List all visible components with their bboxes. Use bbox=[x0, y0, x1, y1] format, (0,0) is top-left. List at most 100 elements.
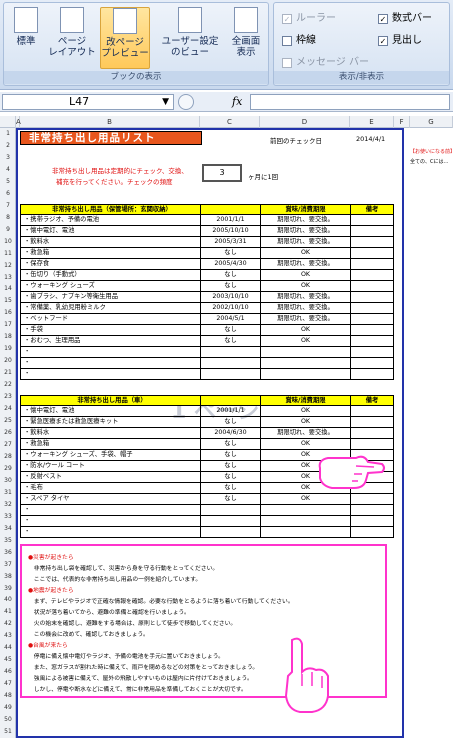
row-header[interactable]: 44 bbox=[0, 642, 16, 654]
row-header[interactable]: 36 bbox=[0, 547, 16, 559]
table-cell[interactable]: ・ベットフード bbox=[20, 314, 200, 325]
row-header[interactable]: 12 bbox=[0, 260, 16, 272]
table-cell[interactable]: なし bbox=[200, 472, 260, 483]
row-header[interactable]: 42 bbox=[0, 618, 16, 630]
row-header[interactable]: 9 bbox=[0, 224, 16, 236]
column-header-f[interactable]: F bbox=[394, 116, 410, 128]
row-header[interactable]: 2 bbox=[0, 140, 16, 152]
table-cell[interactable]: なし bbox=[200, 483, 260, 494]
table-cell[interactable]: 期限切れ、要交換。 bbox=[260, 292, 350, 303]
row-header[interactable]: 25 bbox=[0, 415, 16, 427]
ruler-checkbox[interactable]: ✓ ルーラー bbox=[282, 13, 336, 25]
table-cell[interactable]: なし bbox=[200, 439, 260, 450]
table-cell[interactable]: 期限切れ、要交換。 bbox=[260, 215, 350, 226]
table-cell[interactable]: OK bbox=[260, 325, 350, 336]
row-header[interactable]: 5 bbox=[0, 176, 16, 188]
table-cell[interactable]: OK bbox=[260, 270, 350, 281]
table-cell[interactable] bbox=[200, 369, 260, 380]
table-cell[interactable]: OK bbox=[260, 281, 350, 292]
row-header[interactable]: 50 bbox=[0, 714, 16, 726]
row-header[interactable]: 17 bbox=[0, 319, 16, 331]
table-cell[interactable]: ・携帯ラジオ、予備の電池 bbox=[20, 215, 200, 226]
table-cell[interactable]: 2005/3/31 bbox=[200, 237, 260, 248]
table-cell[interactable]: 2002/10/10 bbox=[200, 303, 260, 314]
row-header[interactable]: 31 bbox=[0, 487, 16, 499]
full-screen-button[interactable]: 全画面 表示 bbox=[226, 7, 266, 58]
table-cell[interactable] bbox=[350, 237, 394, 248]
row-header[interactable]: 7 bbox=[0, 200, 16, 212]
table-cell[interactable]: ・毛布 bbox=[20, 483, 200, 494]
row-header[interactable]: 19 bbox=[0, 343, 16, 355]
message-bar-checkbox[interactable]: メッセージ バー bbox=[282, 57, 369, 69]
row-header[interactable]: 1 bbox=[0, 128, 16, 140]
table-cell[interactable]: OK bbox=[260, 248, 350, 259]
page-break-preview-button[interactable]: 改ページ プレビュー bbox=[100, 7, 150, 69]
table-cell[interactable] bbox=[200, 505, 260, 516]
table-cell[interactable] bbox=[200, 527, 260, 538]
table-cell[interactable]: ・防水/ウール コート bbox=[20, 461, 200, 472]
row-header[interactable]: 35 bbox=[0, 535, 16, 547]
table-cell[interactable]: なし bbox=[200, 417, 260, 428]
row-header[interactable]: 26 bbox=[0, 427, 16, 439]
row-header[interactable]: 40 bbox=[0, 594, 16, 606]
row-header[interactable]: 24 bbox=[0, 403, 16, 415]
table-cell[interactable]: ・懐中電灯、電池 bbox=[20, 226, 200, 237]
table-cell[interactable]: ・ bbox=[20, 505, 200, 516]
formula-bar-expand-icon[interactable] bbox=[178, 94, 194, 110]
custom-views-button[interactable]: ユーザー設定 のビュー bbox=[154, 7, 226, 58]
table-cell[interactable]: なし bbox=[200, 336, 260, 347]
table-cell[interactable]: なし bbox=[200, 494, 260, 505]
table-cell[interactable]: なし bbox=[200, 325, 260, 336]
table-cell[interactable] bbox=[260, 516, 350, 527]
row-header[interactable]: 16 bbox=[0, 307, 16, 319]
select-all-corner[interactable] bbox=[0, 116, 16, 128]
table-cell[interactable] bbox=[350, 259, 394, 270]
row-header[interactable]: 33 bbox=[0, 511, 16, 523]
row-header[interactable]: 8 bbox=[0, 212, 16, 224]
page-layout-view-button[interactable]: ページ レイアウト bbox=[46, 7, 98, 58]
table-cell[interactable]: 2005/10/10 bbox=[200, 226, 260, 237]
table-cell[interactable]: OK bbox=[260, 417, 350, 428]
name-box-dropdown-icon[interactable]: ▼ bbox=[162, 95, 169, 109]
table-cell[interactable] bbox=[200, 516, 260, 527]
table-cell[interactable]: OK bbox=[260, 406, 350, 417]
name-box[interactable]: L47 ▼ bbox=[2, 94, 174, 110]
table-cell[interactable]: ・ bbox=[20, 358, 200, 369]
formula-input[interactable] bbox=[250, 94, 450, 110]
row-header[interactable]: 22 bbox=[0, 379, 16, 391]
table-cell[interactable]: ・救急箱 bbox=[20, 439, 200, 450]
table-cell[interactable]: ・救急箱 bbox=[20, 248, 200, 259]
table-cell[interactable] bbox=[350, 336, 394, 347]
row-header[interactable]: 34 bbox=[0, 523, 16, 535]
table-cell[interactable]: 期限切れ、要交換。 bbox=[260, 314, 350, 325]
row-header[interactable]: 46 bbox=[0, 666, 16, 678]
column-header-d[interactable]: D bbox=[260, 116, 350, 128]
normal-view-button[interactable]: 標準 bbox=[10, 7, 42, 47]
row-header[interactable]: 48 bbox=[0, 690, 16, 702]
table-cell[interactable]: ・反射ベスト bbox=[20, 472, 200, 483]
table-cell[interactable]: ・保存食 bbox=[20, 259, 200, 270]
formula-bar-checkbox[interactable]: ✓ 数式バー bbox=[378, 13, 432, 25]
table-cell[interactable] bbox=[350, 358, 394, 369]
table-cell[interactable]: 期限切れ、要交換。 bbox=[260, 428, 350, 439]
table-cell[interactable] bbox=[350, 527, 394, 538]
table-cell[interactable]: ・ウォーキング シューズ bbox=[20, 281, 200, 292]
table-cell[interactable] bbox=[260, 505, 350, 516]
row-header[interactable]: 32 bbox=[0, 499, 16, 511]
row-header[interactable]: 41 bbox=[0, 606, 16, 618]
column-header-c[interactable]: C bbox=[200, 116, 260, 128]
row-header[interactable]: 28 bbox=[0, 451, 16, 463]
column-header-e[interactable]: E bbox=[350, 116, 394, 128]
table-cell[interactable]: ・ bbox=[20, 369, 200, 380]
table-cell[interactable] bbox=[350, 292, 394, 303]
table-cell[interactable] bbox=[350, 428, 394, 439]
column-header-g[interactable]: G bbox=[410, 116, 453, 128]
row-header[interactable]: 6 bbox=[0, 188, 16, 200]
insert-function-icon[interactable]: fx bbox=[232, 95, 242, 108]
table-cell[interactable]: ・ウォーキング シューズ、手袋、帽子 bbox=[20, 450, 200, 461]
row-header[interactable]: 4 bbox=[0, 164, 16, 176]
table-cell[interactable]: ・スペア タイヤ bbox=[20, 494, 200, 505]
row-header[interactable]: 38 bbox=[0, 571, 16, 583]
table-cell[interactable]: 期限切れ、要交換。 bbox=[260, 303, 350, 314]
row-header[interactable]: 47 bbox=[0, 678, 16, 690]
